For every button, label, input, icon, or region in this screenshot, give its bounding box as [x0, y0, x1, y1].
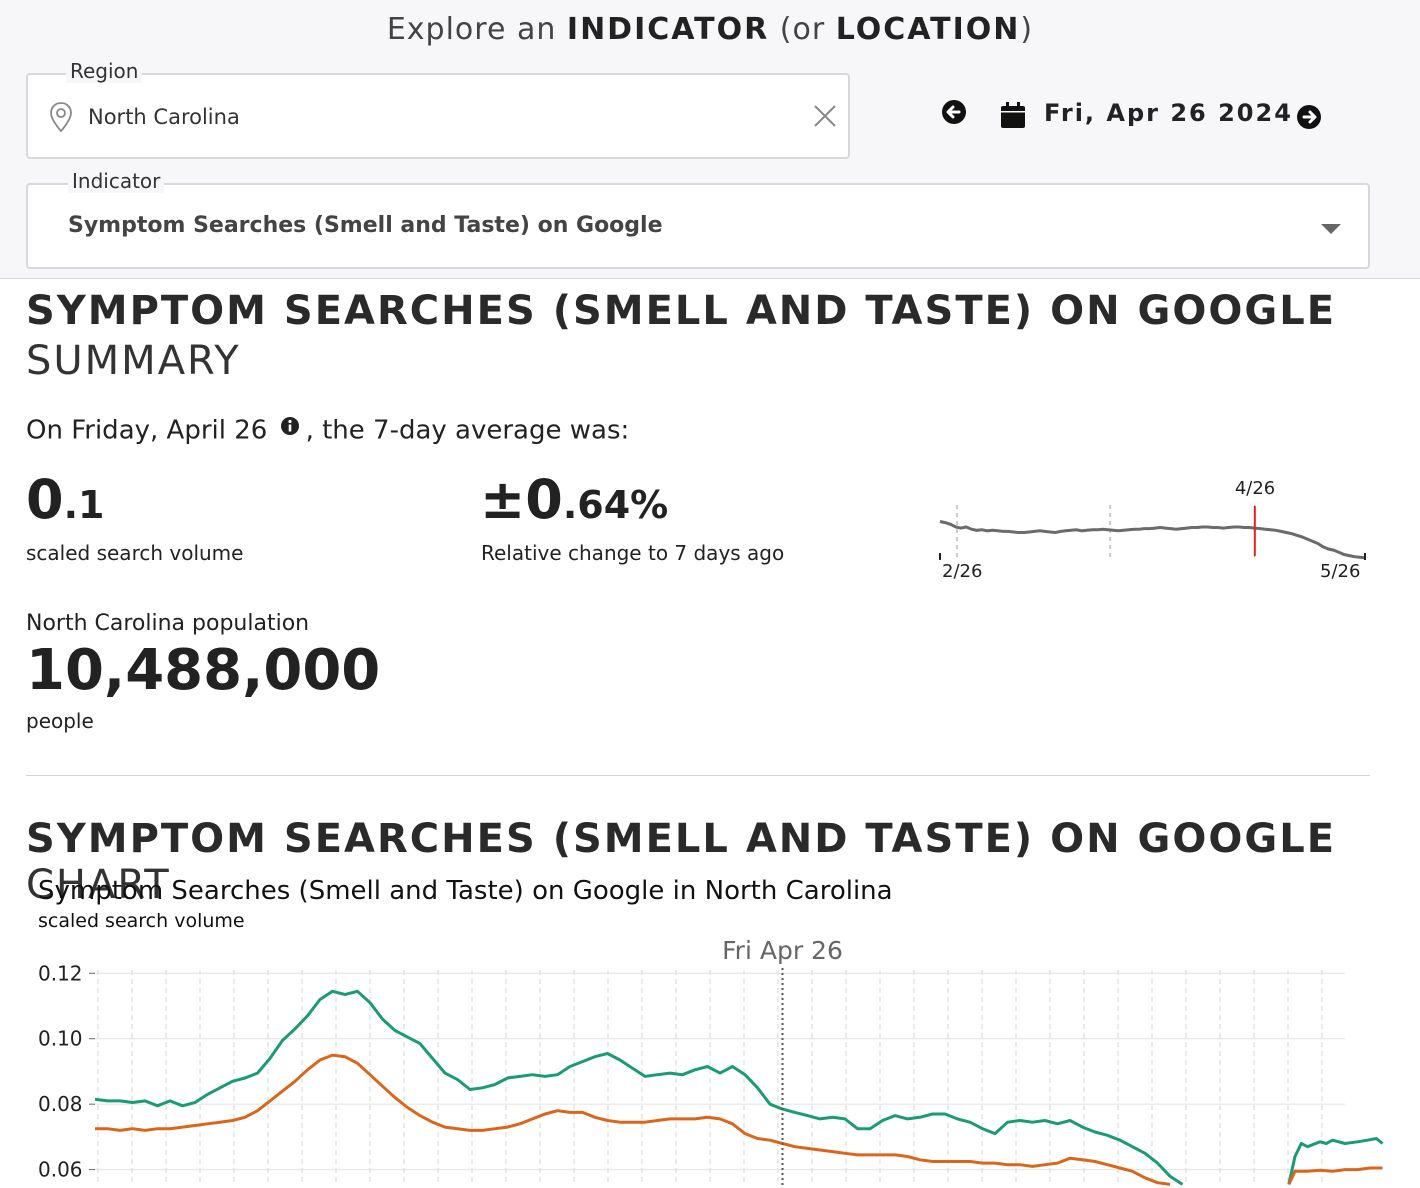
average-value: 0.1	[26, 468, 104, 531]
chevron-down-icon[interactable]	[1320, 221, 1342, 240]
sparkline-end-label: 5/26	[1320, 561, 1360, 582]
population-label: North Carolina population	[26, 611, 310, 636]
chart-title: Symptom Searches (Smell and Taste) on Go…	[38, 876, 893, 906]
y-tick-label: 0.08	[38, 1092, 83, 1116]
series-line	[94, 989, 1184, 1186]
region-legend: Region	[66, 59, 143, 83]
series-line	[1287, 1166, 1383, 1186]
summary-date-sentence: On Friday, April 26 , the 7-day average …	[26, 413, 629, 449]
chart-section-title-bold: SYMPTOM SEARCHES (SMELL AND TASTE) ON GO…	[26, 816, 1337, 862]
date-marker-label: Fri Apr 26	[722, 936, 843, 965]
line-chart[interactable]: 0.12 0.10 0.08 0.06 Fri Apr 26	[0, 930, 1420, 1188]
summary-date-prefix: On Friday, April 26	[26, 415, 268, 446]
sparkline-marker-label: 4/26	[1235, 478, 1275, 499]
summary-title-bold: SYMPTOM SEARCHES (SMELL AND TASTE) ON GO…	[26, 288, 1337, 334]
or-word: (or	[779, 12, 826, 47]
population-value: 10,488,000	[26, 638, 380, 703]
average-caption: scaled search volume	[26, 541, 244, 565]
relative-change-value: ±0.64%	[480, 468, 668, 531]
average-value-int: 0	[26, 468, 64, 531]
indicator-value[interactable]: Symptom Searches (Smell and Taste) on Go…	[68, 213, 663, 238]
location-word[interactable]: LOCATION	[836, 12, 1021, 47]
selected-date[interactable]: Fri, Apr 26 2024	[1044, 99, 1293, 127]
sparkline-chart: 4/26 2/26 5/26	[939, 478, 1366, 582]
close-paren: )	[1020, 12, 1034, 47]
average-value-frac: .1	[63, 483, 105, 527]
relative-change-caption: Relative change to 7 days ago	[481, 541, 785, 565]
y-tick-label: 0.06	[38, 1158, 83, 1182]
series-line	[1287, 1137, 1384, 1185]
section-divider	[26, 775, 1370, 776]
summary-title: SYMPTOM SEARCHES (SMELL AND TASTE) ON GO…	[26, 288, 1336, 334]
region-field[interactable]: Region North Carolina	[26, 59, 850, 159]
population-number: 10,488,000	[26, 638, 381, 703]
y-tick-label: 0.10	[38, 1027, 83, 1051]
sparkline-line	[939, 520, 1366, 560]
indicator-select[interactable]: Indicator Symptom Searches (Smell and Ta…	[26, 169, 1370, 269]
summary-subtitle: SUMMARY	[26, 338, 241, 384]
summary-date-suffix: , the 7-day average was:	[305, 415, 630, 446]
top-panel: Explore an INDICATOR (or LOCATION) Regio…	[0, 0, 1420, 279]
population-unit: people	[26, 709, 94, 733]
calendar-icon[interactable]	[998, 100, 1028, 134]
relative-change-frac: .64%	[562, 483, 669, 527]
clear-icon[interactable]	[812, 103, 838, 133]
indicator-legend: Indicator	[68, 169, 165, 193]
indicator-word[interactable]: INDICATOR	[567, 12, 769, 47]
previous-day-icon[interactable]	[940, 98, 968, 130]
info-icon[interactable]	[280, 413, 300, 443]
chart-ylabel: scaled search volume	[38, 910, 245, 932]
region-value[interactable]: North Carolina	[88, 105, 240, 129]
sparkline-start-label: 2/26	[942, 561, 982, 582]
relative-change-int: ±0	[480, 468, 563, 531]
location-pin-icon	[48, 101, 74, 137]
next-day-icon[interactable]	[1295, 103, 1323, 135]
explore-prefix: Explore an	[386, 12, 557, 47]
explore-heading: Explore an INDICATOR (or LOCATION)	[0, 12, 1420, 47]
y-tick-label: 0.12	[38, 961, 83, 985]
